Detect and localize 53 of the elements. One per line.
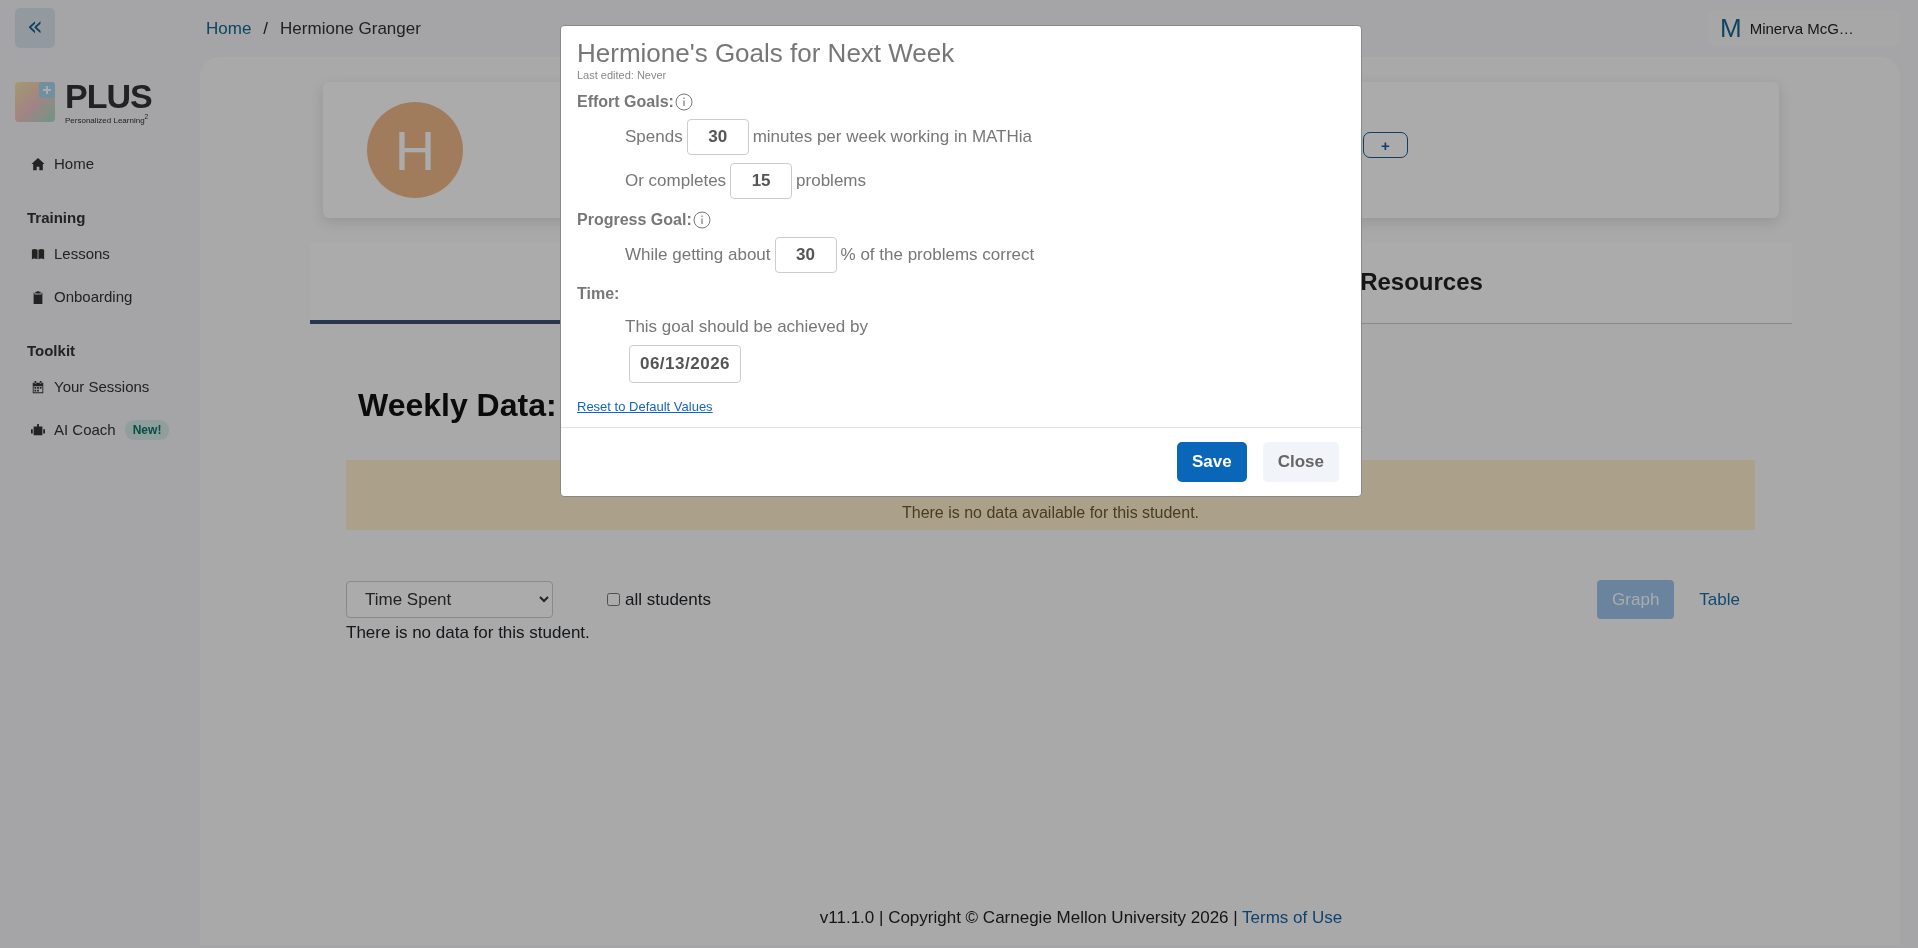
logo-tagline: Personalized Learning$^{2}$ [65, 113, 150, 125]
reset-link[interactable]: Reset to Default Values [577, 399, 713, 414]
checkbox-label: all students [625, 589, 711, 610]
breadcrumb-current: Hermione Granger [280, 18, 421, 39]
robot-icon [31, 422, 45, 437]
sidebar-item[interactable]: Onboarding [15, 281, 200, 312]
empty-message: There is no data for this student. [346, 623, 591, 643]
calendar-icon [31, 379, 45, 394]
date-field[interactable]: 06/13/2026 [629, 345, 741, 383]
save-button[interactable]: Save [1177, 442, 1247, 482]
nav-heading: Toolkit [26, 341, 77, 359]
checkbox[interactable] [607, 593, 620, 606]
dialog-title: Hermione's Goals for Next Week [577, 38, 956, 69]
nav-heading: Training [26, 208, 87, 226]
goal-heading: Time: [577, 285, 620, 303]
new-badge: New! [124, 419, 170, 440]
metric-select[interactable]: Time Spent [346, 581, 553, 618]
goal-label: Or completes [625, 171, 727, 191]
logo-icon [15, 81, 55, 122]
terms-link[interactable]: Terms of Use [1242, 908, 1343, 927]
sidebar-item[interactable]: AI Coach New! [15, 414, 200, 445]
last-edited-text: Last edited: Never [577, 69, 668, 81]
collapse-button[interactable]: « [15, 8, 55, 48]
number-field[interactable]: 15 [730, 163, 793, 199]
home-icon [31, 156, 45, 171]
user-avatar: M [1720, 13, 1742, 44]
add-button[interactable]: + [1363, 132, 1408, 158]
goal-label: Spends [625, 127, 683, 147]
goal-heading: Effort Goals: [577, 93, 674, 111]
number-field[interactable]: 30 [774, 237, 837, 273]
sidebar-item[interactable]: Home [15, 148, 200, 179]
breadcrumb-link[interactable]: Home [206, 18, 252, 39]
footer-text: v11.1.0 | Copyright © Carnegie Mellon University 2026 | Terms of Use [818, 908, 1344, 928]
number-field[interactable]: 30 [686, 119, 749, 155]
goal-label: This goal should be achieved by [624, 317, 869, 337]
goal-label: problems [796, 171, 866, 191]
goal-label: While getting about [625, 245, 771, 265]
sidebar-item[interactable]: Lessons [15, 238, 200, 269]
view-toggle[interactable]: Table [1684, 580, 1755, 619]
tab[interactable]: Resources [1051, 243, 1792, 324]
info-icon[interactable] [674, 93, 693, 111]
info-icon[interactable] [692, 211, 711, 229]
book-icon [31, 246, 45, 261]
student-avatar: H [367, 102, 463, 198]
goal-label: minutes per week working in MATHia [752, 127, 1032, 147]
goal-heading: Progress Goal: [577, 211, 692, 229]
close-button[interactable]: Close [1262, 442, 1339, 482]
goal-label: % of the problems correct [840, 245, 1035, 265]
section-heading: Weekly Data: [358, 387, 557, 424]
logo-name: PLUS [65, 79, 152, 113]
breadcrumb-separator: / [263, 18, 269, 39]
sidebar-item[interactable]: Your Sessions [15, 371, 200, 402]
clipboard-icon [31, 289, 45, 304]
